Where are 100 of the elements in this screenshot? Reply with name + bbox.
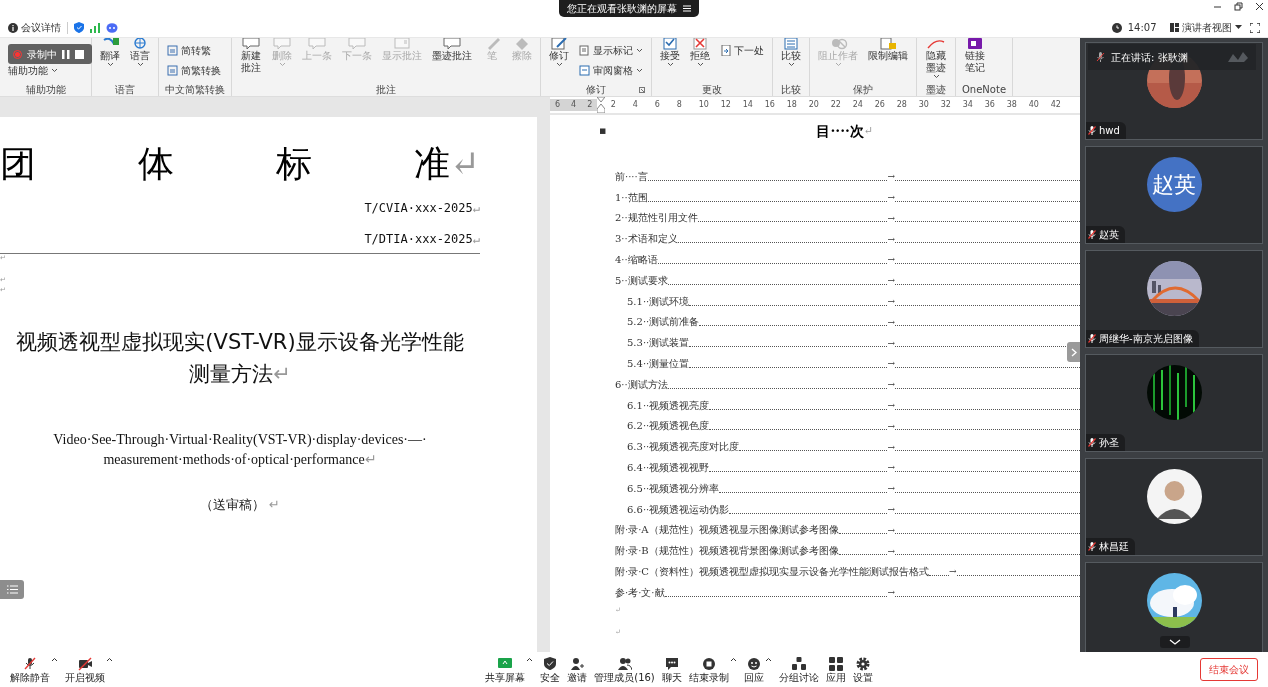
toolbar-button[interactable]: 管理成员(16): [594, 656, 655, 683]
ruler-number: 12: [720, 99, 732, 111]
toc-entry[interactable]: 参·考·文·献: [615, 584, 665, 600]
toc-entry[interactable]: 2··规范性引用文件: [615, 210, 698, 226]
toolbar-button[interactable]: 结束录制: [688, 656, 737, 683]
close-icon[interactable]: [1255, 2, 1264, 11]
toc-entry[interactable]: 6··测试方法: [615, 376, 668, 392]
tab-mark: →: [887, 357, 895, 371]
signal-icon[interactable]: [90, 22, 100, 33]
toolbar-button[interactable]: 共享屏幕: [485, 656, 534, 683]
tab-mark: →: [887, 253, 895, 267]
caret-icon[interactable]: [51, 656, 58, 662]
collapse-handle[interactable]: [1067, 342, 1080, 362]
ribbon-button[interactable]: 拒绝: [688, 38, 712, 67]
indent-marker-icon[interactable]: [597, 97, 606, 113]
toolbar-button[interactable]: 开启视频: [65, 656, 113, 683]
toc-entry[interactable]: 6.6··视频透视运动伪影: [627, 501, 730, 517]
toc-entry[interactable]: 5.1··测试环境: [627, 293, 690, 309]
screen-share-banner[interactable]: 您正在观看张耿渊的屏幕: [559, 0, 699, 17]
ribbon-button[interactable]: 辅助功能: [6, 62, 60, 79]
caret-icon[interactable]: [729, 656, 737, 662]
toolbar-button[interactable]: 安全: [540, 656, 561, 683]
toc-entry[interactable]: 5··测试要求: [615, 272, 668, 288]
toc-entry[interactable]: 4··缩略语: [615, 252, 658, 267]
toolbar-button[interactable]: 设置: [852, 656, 873, 683]
group-label: 比较: [781, 84, 801, 95]
toc-entry[interactable]: 附·录·C（资料性）视频透视型虚拟现实显示设备光学性能测试报告格式: [615, 563, 929, 579]
meeting-details-link[interactable]: 会议详情: [8, 20, 61, 35]
caret-icon: [1235, 25, 1242, 30]
ribbon-button[interactable]: 隐藏墨迹: [923, 38, 949, 79]
ribbon-button[interactable]: 语言: [128, 38, 152, 67]
ribbon-button[interactable]: 下一处: [718, 42, 766, 59]
shield-icon: [543, 656, 558, 671]
toolbar-button[interactable]: 分组讨论: [778, 656, 819, 683]
robot-icon[interactable]: [106, 22, 118, 33]
toolbar-button[interactable]: 回应: [743, 656, 772, 683]
toc-entry[interactable]: 6.3··视频透视亮度对比度: [627, 439, 740, 455]
participant-name: 林昌廷: [1099, 540, 1129, 554]
recording-indicator[interactable]: 录制中: [8, 44, 92, 64]
caret-icon[interactable]: [106, 656, 113, 662]
ribbon-button[interactable]: 显示标记: [577, 42, 645, 59]
participant-name: 赵英: [1099, 228, 1119, 242]
toc-entry[interactable]: 前····言: [615, 168, 648, 184]
toc-title: 目····次: [816, 122, 864, 139]
outline-button[interactable]: [0, 580, 24, 599]
ribbon-button[interactable]: 修订: [547, 38, 571, 67]
toc-entry[interactable]: 6.5··视频透视分辨率: [627, 480, 720, 496]
toc-entry[interactable]: 附·录·B（规范性）视频透视背景图像测试参考图像: [615, 543, 839, 559]
stop-icon[interactable]: [75, 49, 84, 59]
ribbon-button[interactable]: 审阅窗格: [577, 62, 645, 79]
ribbon-button[interactable]: 简繁转换: [165, 62, 223, 79]
toc-entry[interactable]: 3··术语和定义: [615, 231, 678, 247]
ribbon-button[interactable]: 比较: [779, 38, 803, 67]
next-change-icon: [720, 45, 731, 56]
scroll-down-button[interactable]: [1160, 636, 1190, 648]
toc-entry[interactable]: 5.2··测试前准备: [627, 314, 700, 330]
view-dropdown[interactable]: 演讲者视图: [1168, 19, 1244, 36]
tab-mark: →: [887, 191, 895, 205]
toc-entry[interactable]: 5.3··测试装置: [627, 335, 690, 351]
logo-icon: [1228, 52, 1248, 62]
toolbar-button[interactable]: 解除静音: [10, 656, 58, 683]
ribbon-button[interactable]: 限制编辑: [866, 38, 910, 62]
pause-icon[interactable]: [62, 49, 70, 59]
ribbon-button[interactable]: 翻译: [98, 38, 122, 67]
toolbar-button[interactable]: 聊天: [661, 656, 682, 683]
avatar-initials: 赵英: [1152, 171, 1196, 199]
caret-icon[interactable]: [526, 656, 534, 662]
standard-code: T/CVIA·xxx-2025: [364, 201, 473, 215]
paragraph-mark: ↵: [364, 452, 377, 467]
ribbon-button[interactable]: 墨迹批注: [430, 38, 474, 62]
shield-icon[interactable]: [74, 22, 84, 33]
toc-entry[interactable]: 1··范围: [615, 189, 648, 205]
group-label: 保护: [853, 84, 873, 95]
tab-mark: →: [887, 378, 895, 392]
caret-icon: [555, 62, 563, 67]
restore-icon[interactable]: [1234, 2, 1243, 11]
ribbon-button[interactable]: 新建批注: [238, 38, 264, 74]
toolbar-button[interactable]: 应用: [825, 656, 846, 683]
apps-icon: [828, 656, 843, 671]
tab-mark: →: [887, 586, 895, 600]
toc-entry[interactable]: 6.4··视频透视视野: [627, 459, 710, 475]
ribbon-button[interactable]: 链接笔记: [962, 38, 988, 74]
toc-entry[interactable]: 6.2··视频透视色度: [627, 418, 710, 434]
fullscreen-icon[interactable]: [1250, 22, 1260, 33]
clock-icon: [1111, 22, 1122, 33]
speaker-text: 正在讲话: 张耿渊: [1111, 50, 1188, 65]
menu-icon[interactable]: [683, 5, 691, 12]
ink-icon: [926, 38, 946, 50]
ribbon-button[interactable]: 接受: [658, 38, 682, 67]
toc-entry[interactable]: 6.1··视频透视亮度: [627, 397, 710, 413]
caret-icon: [136, 62, 144, 67]
toc-entry[interactable]: 5.4··测量位置: [627, 355, 690, 371]
toc-entry[interactable]: 附·录·A（规范性）视频透视显示图像测试参考图像: [615, 522, 839, 538]
dialog-launcher-icon[interactable]: [639, 87, 645, 93]
caret-icon[interactable]: [764, 656, 772, 662]
end-meeting-button[interactable]: 结束会议: [1200, 658, 1258, 681]
ribbon-button[interactable]: 简转繁: [165, 42, 223, 59]
stop-record-icon: [701, 656, 716, 671]
toolbar-button[interactable]: 邀请: [567, 656, 588, 683]
ruler-number: 30: [918, 99, 930, 111]
